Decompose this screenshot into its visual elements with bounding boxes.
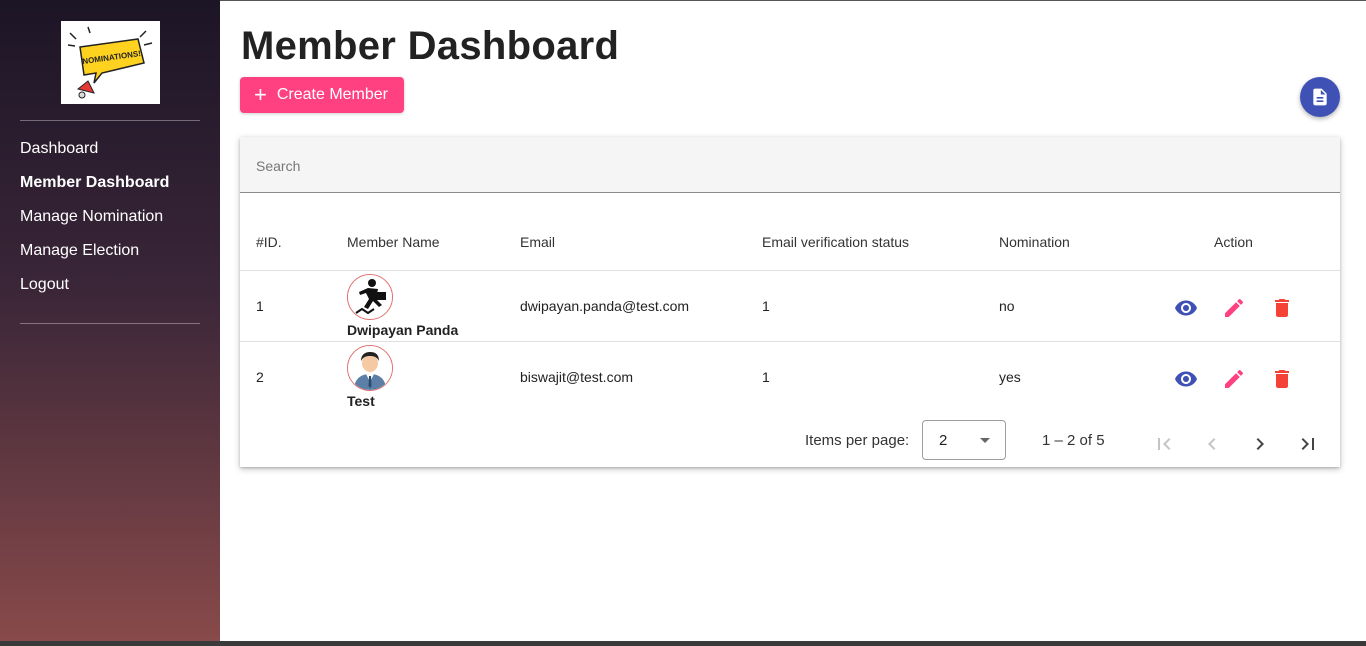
document-fab-button[interactable]: [1300, 77, 1340, 117]
prev-page-button[interactable]: [1200, 432, 1224, 456]
column-header-member-name: Member Name: [347, 234, 440, 250]
search-field: [240, 137, 1340, 193]
column-header-email: Email: [520, 234, 556, 250]
cell-id: 2: [256, 369, 264, 385]
businessman-avatar-icon: [348, 346, 392, 390]
sidebar-item-member-dashboard[interactable]: Member Dashboard: [20, 172, 169, 206]
column-header-nomination: Nomination: [999, 234, 1070, 250]
delete-button[interactable]: [1270, 296, 1294, 320]
column-header-action: Action: [1214, 234, 1253, 250]
nominations-logo-icon: NOMINATIONS!: [67, 26, 152, 98]
cell-id: 1: [256, 298, 264, 314]
cell-email: dwipayan.panda@test.com: [520, 298, 690, 314]
delete-button[interactable]: [1270, 367, 1294, 391]
pencil-icon: [1225, 369, 1244, 388]
member-name: Dwipayan Panda: [347, 322, 459, 338]
dropdown-caret-icon: [980, 438, 990, 443]
trash-icon: [1275, 370, 1289, 388]
search-input[interactable]: [256, 155, 1316, 177]
prev-page-icon: [1208, 438, 1216, 450]
edit-button[interactable]: [1222, 296, 1246, 320]
eye-icon: [1175, 371, 1197, 387]
cell-nomination: no: [999, 298, 1015, 314]
view-button[interactable]: [1174, 296, 1198, 320]
pencil-icon: [1225, 298, 1244, 317]
plus-icon: +: [254, 82, 267, 107]
sidebar-item-manage-nomination[interactable]: Manage Nomination: [20, 206, 169, 240]
cell-verification: 1: [762, 369, 770, 385]
trash-icon: [1275, 299, 1289, 317]
first-page-icon: [1158, 438, 1171, 450]
column-header-id: #ID.: [256, 234, 282, 250]
create-member-label: Create Member: [276, 86, 389, 103]
next-page-button[interactable]: [1248, 432, 1272, 456]
row-divider: [240, 341, 1340, 342]
document-icon: [1313, 88, 1327, 106]
page-size-select[interactable]: 2: [922, 420, 1006, 460]
page-title: Member Dashboard: [241, 24, 620, 68]
sidebar: NOMINATIONS! Dashboard Member Dashboard …: [0, 0, 220, 641]
next-page-icon: [1256, 438, 1264, 450]
eye-icon: [1175, 300, 1197, 316]
items-per-page-label: Items per page:: [805, 432, 910, 449]
view-button[interactable]: [1174, 367, 1198, 391]
edit-button[interactable]: [1222, 367, 1246, 391]
cell-verification: 1: [762, 298, 770, 314]
sidebar-nav: Dashboard Member Dashboard Manage Nomina…: [20, 138, 169, 308]
avatar: [347, 345, 393, 391]
cell-nomination: yes: [999, 369, 1021, 385]
cell-email: biswajit@test.com: [520, 369, 634, 385]
column-header-verification: Email verification status: [762, 234, 910, 250]
last-page-icon: [1301, 438, 1314, 450]
member-name: Test: [347, 393, 375, 409]
page-size-value: 2: [939, 432, 948, 449]
header-divider: [240, 270, 1340, 271]
sidebar-item-manage-election[interactable]: Manage Election: [20, 240, 169, 274]
sidebar-divider-bottom: [20, 323, 200, 324]
page-range-label: 1 – 2 of 5: [1042, 432, 1105, 449]
main-content: Member Dashboard + Create Member #ID. Me…: [220, 0, 1366, 641]
sidebar-divider-top: [20, 120, 200, 121]
last-page-button[interactable]: [1296, 432, 1320, 456]
members-table-card: #ID. Member Name Email Email verificatio…: [240, 137, 1340, 467]
first-page-button[interactable]: [1152, 432, 1176, 456]
bottom-bar: [0, 641, 1366, 646]
avatar: [347, 274, 393, 320]
app-logo: NOMINATIONS!: [61, 21, 160, 104]
sidebar-item-dashboard[interactable]: Dashboard: [20, 138, 169, 172]
create-member-button[interactable]: + Create Member: [240, 77, 404, 113]
runner-avatar-icon: [348, 275, 392, 319]
sidebar-item-logout[interactable]: Logout: [20, 274, 169, 308]
